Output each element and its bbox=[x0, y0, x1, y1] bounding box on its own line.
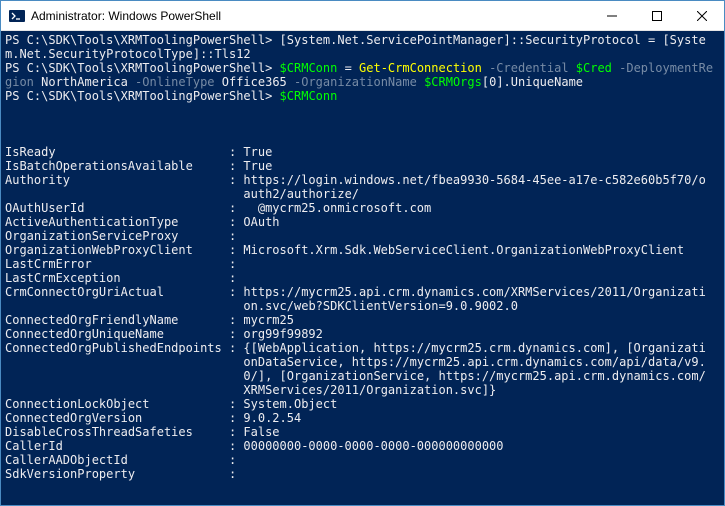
output-block: IsReady : True IsBatchOperationsAvailabl… bbox=[5, 117, 720, 481]
cmd-line-3: PS C:\SDK\Tools\XRMToolingPowerShell> $C… bbox=[5, 89, 720, 103]
titlebar: Administrator: Windows PowerShell bbox=[1, 1, 724, 31]
powershell-icon bbox=[9, 8, 25, 24]
powershell-window: Administrator: Windows PowerShell PS C:\… bbox=[0, 0, 725, 506]
console-area[interactable]: PS C:\SDK\Tools\XRMToolingPowerShell> [S… bbox=[1, 31, 724, 505]
maximize-button[interactable] bbox=[634, 1, 679, 30]
minimize-button[interactable] bbox=[589, 1, 634, 30]
cmd-line-2: PS C:\SDK\Tools\XRMToolingPowerShell> $C… bbox=[5, 61, 720, 89]
window-controls bbox=[589, 1, 724, 30]
cmd-line-1: PS C:\SDK\Tools\XRMToolingPowerShell> [S… bbox=[5, 33, 720, 61]
close-button[interactable] bbox=[679, 1, 724, 30]
window-title: Administrator: Windows PowerShell bbox=[31, 9, 589, 23]
